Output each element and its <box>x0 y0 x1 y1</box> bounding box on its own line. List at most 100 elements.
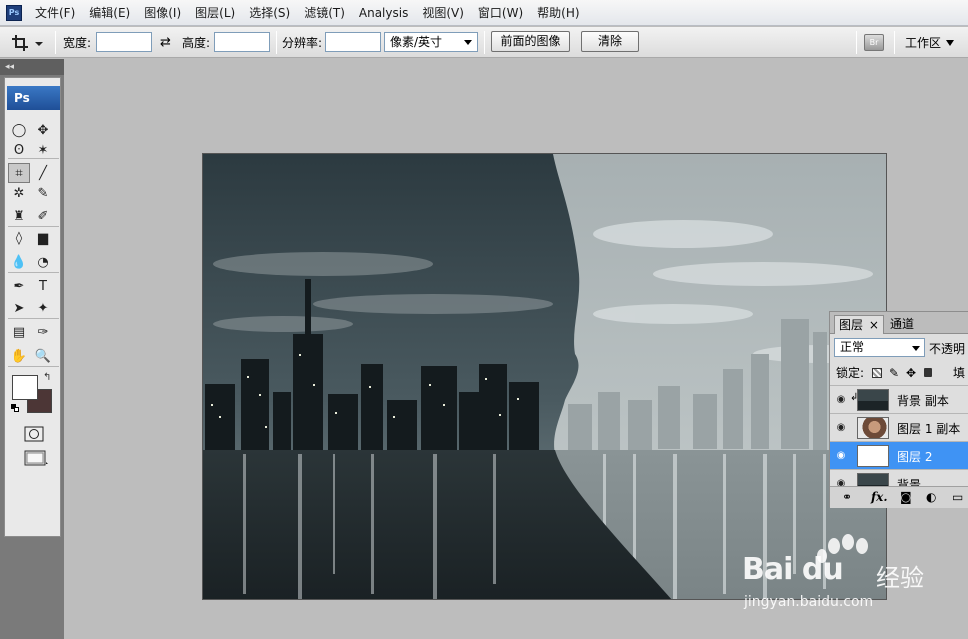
layer-thumbnail <box>857 473 889 486</box>
menu-select[interactable]: 选择(S) <box>242 4 297 21</box>
options-separator <box>856 31 857 54</box>
link-layers-icon[interactable]: ⚭ <box>842 490 852 504</box>
menu-bar: Ps 文件(F) 编辑(E) 图像(I) 图层(L) 选择(S) 滤镜(T) A… <box>0 0 968 26</box>
move-tool-icon[interactable]: ✥ <box>32 120 54 140</box>
eraser-tool-icon[interactable]: ◊ <box>8 228 30 248</box>
lock-transparent-pixels-icon[interactable] <box>872 368 882 378</box>
menu-image[interactable]: 图像(I) <box>137 4 188 21</box>
lock-image-pixels-icon[interactable]: ✎ <box>889 362 899 384</box>
width-input[interactable] <box>96 32 152 52</box>
default-colors-icon[interactable] <box>11 404 19 412</box>
layer-thumbnail <box>857 445 889 467</box>
layer-name: 背景 <box>897 478 922 486</box>
opacity-label: 不透明 <box>929 342 966 356</box>
photoshop-app-icon[interactable]: Ps <box>6 4 22 21</box>
chevron-down-icon <box>912 346 920 351</box>
custom-shape-tool-icon[interactable]: ✦ <box>32 298 54 318</box>
layer-row[interactable]: ◉ 背景 <box>830 469 968 486</box>
resolution-unit-select[interactable]: 像素/英寸 <box>384 32 478 52</box>
lock-position-icon[interactable]: ✥ <box>906 362 916 384</box>
layer-thumbnail <box>857 417 889 439</box>
lock-all-icon[interactable] <box>924 368 932 377</box>
close-tab-icon[interactable]: × <box>869 318 879 332</box>
height-label: 高度: <box>182 36 211 50</box>
height-input[interactable] <box>214 32 270 52</box>
workspace-menu[interactable]: 工作区 <box>905 27 955 58</box>
tab-channels[interactable]: 通道 <box>886 315 918 334</box>
notes-tool-icon[interactable]: ▤ <box>8 322 30 342</box>
layer-name: 图层 2 <box>897 450 933 464</box>
swap-dimensions-icon[interactable]: ⇄ <box>160 27 171 58</box>
zoom-tool-icon[interactable]: 🔍 <box>32 346 54 366</box>
resolution-input[interactable] <box>325 32 381 52</box>
bridge-button[interactable]: Br <box>864 27 884 58</box>
screen-mode-icon[interactable] <box>22 448 50 468</box>
document-canvas[interactable] <box>202 153 887 600</box>
clear-button[interactable]: 清除 <box>581 31 639 52</box>
layer-row[interactable]: ◉ 图层 1 副本 <box>830 413 968 441</box>
crop-tool-preset-picker[interactable] <box>10 27 50 58</box>
clone-stamp-tool-icon[interactable]: ♜ <box>8 206 30 226</box>
menu-help[interactable]: 帮助(H) <box>530 4 586 21</box>
layers-panel-footer: ⚭ fx. ◙ ◐ ▭ <box>830 486 968 508</box>
layers-panel: 图层 × 通道 正常 不透明 锁定: ✎ ✥ 填 ◉ ↲ 背景 副本 ◉ 图层 … <box>829 311 968 508</box>
pen-tool-icon[interactable]: ✒ <box>8 276 30 296</box>
menu-file[interactable]: 文件(F) <box>28 4 82 21</box>
layer-name: 图层 1 副本 <box>897 422 961 436</box>
type-tool-icon[interactable]: T <box>32 276 54 296</box>
menu-view[interactable]: 视图(V) <box>415 4 471 21</box>
adjustment-layer-icon[interactable]: ◐ <box>926 490 936 504</box>
blend-mode-select[interactable]: 正常 <box>834 338 925 357</box>
eye-visibility-icon[interactable]: ◉ <box>833 421 849 435</box>
dodge-tool-icon[interactable]: ◔ <box>32 252 54 272</box>
blur-tool-icon[interactable]: 💧 <box>8 252 30 272</box>
options-separator <box>894 31 895 54</box>
crop-tool-icon[interactable]: ⌗ <box>8 163 30 183</box>
menu-filter[interactable]: 滤镜(T) <box>297 4 352 21</box>
watermark-brand: Bai du <box>742 552 844 587</box>
resolution-unit-value: 像素/英寸 <box>390 35 443 49</box>
options-separator <box>484 31 485 54</box>
quick-mask-mode-icon[interactable] <box>22 424 46 444</box>
layer-row[interactable]: ◉ ↲ 背景 副本 <box>830 385 968 413</box>
spot-healing-brush-icon[interactable]: ✲ <box>8 183 30 203</box>
eye-visibility-icon[interactable]: ◉ <box>833 449 849 463</box>
gradient-tool-icon[interactable]: ▆ <box>32 228 54 248</box>
layer-style-fx-icon[interactable]: fx. <box>871 490 888 504</box>
workspace-label: 工作区 <box>905 36 942 50</box>
history-brush-tool-icon[interactable]: ✐ <box>32 206 54 226</box>
blend-mode-value: 正常 <box>840 340 865 354</box>
options-separator <box>55 31 56 54</box>
path-selection-tool-icon[interactable]: ➤ <box>8 298 30 318</box>
tab-layers-label: 图层 <box>839 318 864 332</box>
hand-tool-icon[interactable]: ✋ <box>8 346 30 366</box>
menu-layer[interactable]: 图层(L) <box>188 4 242 21</box>
options-separator <box>276 31 277 54</box>
fill-label: 填 <box>953 366 966 380</box>
add-layer-mask-icon[interactable]: ◙ <box>900 490 912 504</box>
brush-tool-icon[interactable]: ✎ <box>32 183 54 203</box>
foreground-color-swatch[interactable] <box>12 375 38 400</box>
eyedropper-slice-icon[interactable]: ╱ <box>32 163 54 183</box>
layer-row[interactable]: ◉ 图层 2 <box>830 441 968 469</box>
elliptical-marquee-tool-icon[interactable]: ◯ <box>8 120 30 140</box>
magic-wand-tool-icon[interactable]: ✶ <box>32 140 54 160</box>
collapse-panel-icon[interactable]: ◂◂ <box>0 59 64 75</box>
menu-window[interactable]: 窗口(W) <box>471 4 530 21</box>
color-sampler-icon[interactable]: ✑ <box>32 322 54 342</box>
new-group-folder-icon[interactable]: ▭ <box>952 490 963 504</box>
front-image-button[interactable]: 前面的图像 <box>491 31 570 52</box>
crop-preset-icon <box>12 34 43 51</box>
eye-visibility-icon[interactable]: ◉ <box>833 393 849 407</box>
swap-colors-icon[interactable]: ↰ <box>43 372 51 383</box>
menu-edit[interactable]: 编辑(E) <box>82 4 137 21</box>
tool-divider <box>8 226 59 227</box>
eye-visibility-icon[interactable]: ◉ <box>833 477 849 486</box>
layer-name: 背景 副本 <box>897 394 949 408</box>
lasso-tool-icon[interactable]: ʘ <box>8 140 30 160</box>
tool-divider <box>8 318 59 319</box>
tool-divider <box>8 366 59 367</box>
chevron-down-icon <box>464 40 472 45</box>
menu-analysis[interactable]: Analysis <box>352 6 415 20</box>
tab-layers[interactable]: 图层 × <box>834 315 884 334</box>
